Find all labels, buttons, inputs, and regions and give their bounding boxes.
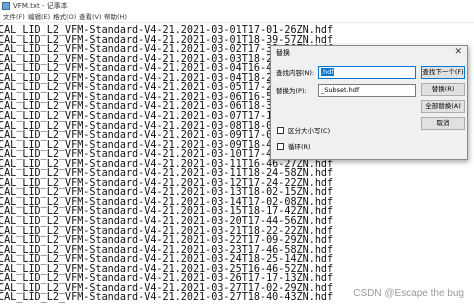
close-icon[interactable]: ✕ [454, 47, 462, 57]
find-label: 查找内容(N): [276, 69, 315, 77]
replace-dialog: 替换 ✕ 查找内容(N): .hdf 替换为(P): _Subset.hdf 查… [270, 45, 468, 160]
menu-format[interactable]: 格式(O) [53, 12, 76, 23]
window-title: VFM.txt - 记事本 [13, 2, 68, 10]
replace-button[interactable]: 替换(R) [421, 83, 465, 96]
cancel-button[interactable]: 取消 [421, 117, 465, 130]
menu-file[interactable]: 文件(F) [3, 12, 25, 23]
title-bar: VFM.txt - 记事本 [0, 0, 474, 12]
menu-view[interactable]: 查看(V) [79, 12, 102, 23]
find-next-button[interactable]: 查找下一个(F) [421, 66, 465, 79]
notepad-icon [2, 2, 10, 10]
wrap-around-label: 循环(R) [288, 143, 311, 151]
match-case-label: 区分大小写(C) [288, 127, 331, 135]
menu-bar: 文件(F) 编辑(E) 格式(O) 查看(V) 帮助(H) [0, 12, 474, 23]
find-value: .hdf [321, 68, 334, 76]
find-input[interactable]: .hdf [318, 66, 416, 79]
dialog-title: 替换 [276, 49, 290, 57]
text-line: CAL_LID_L2_VFM-Standard-V4-21.2021-03-27… [0, 290, 334, 304]
menu-edit[interactable]: 编辑(E) [28, 12, 50, 23]
watermark-text: CSDN @Escape the bug [353, 288, 464, 300]
match-case-checkbox[interactable] [277, 127, 284, 134]
replace-label: 替换为(P): [276, 87, 307, 95]
replace-input[interactable]: _Subset.hdf [318, 84, 416, 97]
replace-all-button[interactable]: 全部替换(A) [421, 100, 465, 113]
menu-help[interactable]: 帮助(H) [104, 12, 127, 23]
replace-value: _Subset.hdf [321, 86, 360, 94]
wrap-around-checkbox[interactable] [277, 143, 284, 150]
